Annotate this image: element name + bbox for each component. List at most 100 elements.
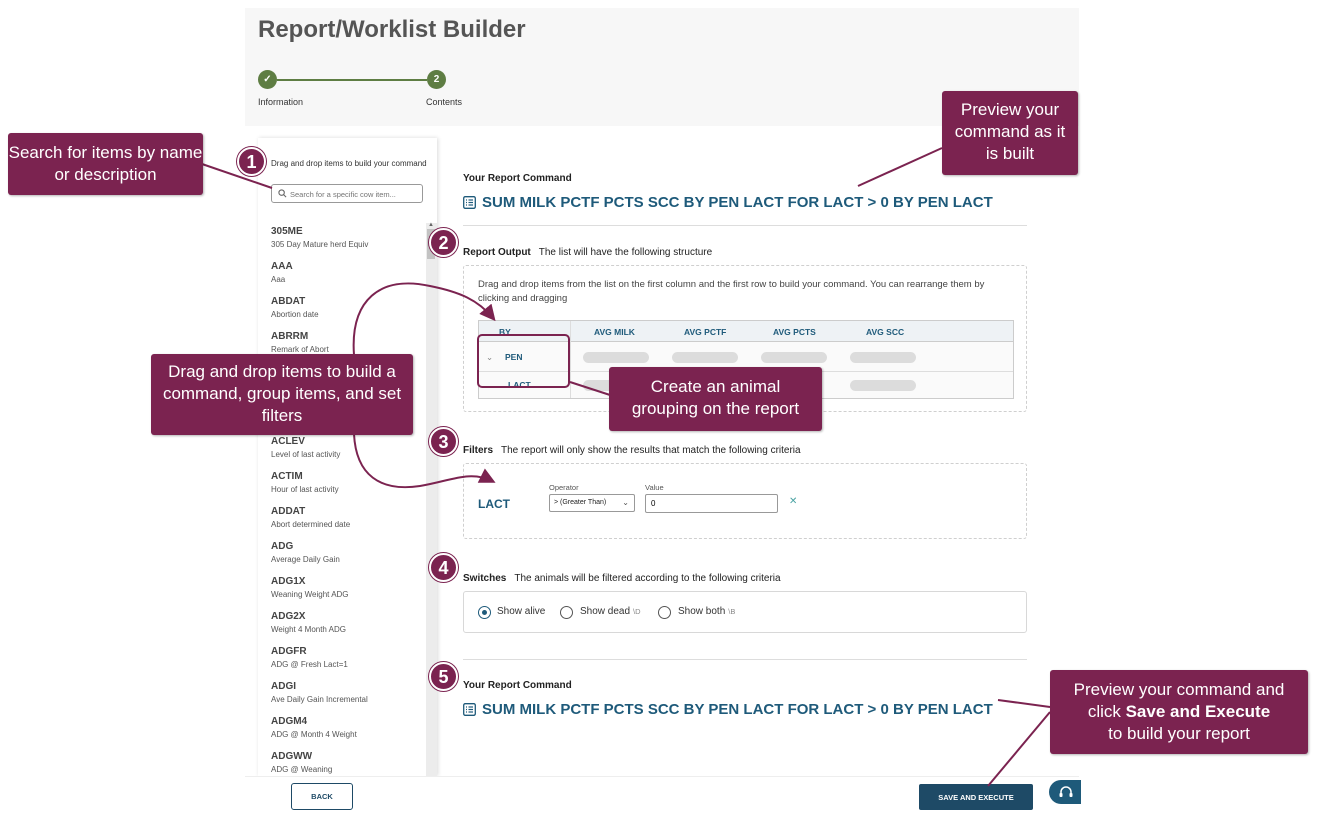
filters-box: LACT Operator Value > (Greater Than) ⌄ ✕ xyxy=(463,463,1027,539)
headset-icon xyxy=(1059,786,1073,797)
callout-save-line-3: to build your report xyxy=(1108,724,1250,743)
item-code: ADG1X xyxy=(271,576,306,587)
list-item[interactable]: ADGWW ADG @ Weaning xyxy=(271,751,421,776)
placeholder-cell xyxy=(850,352,916,363)
item-code: ABRRM xyxy=(271,331,309,342)
divider xyxy=(463,225,1027,226)
radio-label-show-both[interactable]: Show both \B xyxy=(678,606,735,617)
item-desc: Hour of last activity xyxy=(271,485,339,494)
report-output-title: Report Output The list will have the foll… xyxy=(463,247,713,258)
item-desc: Weight 4 Month ADG xyxy=(271,625,346,634)
report-output-hint: Drag and drop items from the list on the… xyxy=(478,279,985,304)
placeholder-cell xyxy=(672,352,738,363)
callout-save-line-1: Preview your command and xyxy=(1073,680,1285,699)
list-icon xyxy=(463,703,476,716)
item-code: ADDAT xyxy=(271,506,306,517)
callout-save-line-2: click Save and Execute xyxy=(1087,702,1271,721)
filter-field-name[interactable]: LACT xyxy=(478,497,510,511)
list-item[interactable]: ADG2X Weight 4 Month ADG xyxy=(271,611,421,641)
step-2-circle[interactable]: 2 xyxy=(427,70,446,89)
list-item[interactable]: ABDAT Abortion date xyxy=(271,296,421,326)
item-code: ADG xyxy=(271,541,294,552)
item-code: ADGI xyxy=(271,681,296,692)
callout-search: Search for items by name or description xyxy=(8,133,203,195)
step-badge-4: 4 xyxy=(429,553,458,582)
filters-title: Filters The report will only show the res… xyxy=(463,445,801,456)
item-desc: ADG @ Weaning xyxy=(271,765,333,774)
operator-label: Operator xyxy=(549,483,579,492)
back-button[interactable]: BACK xyxy=(291,783,353,810)
save-and-execute-button[interactable]: SAVE AND EXECUTE xyxy=(919,784,1033,810)
radio-show-alive[interactable] xyxy=(478,606,491,619)
item-code: ADGM4 xyxy=(271,716,308,727)
column-header[interactable]: AVG MILK xyxy=(594,327,635,337)
page-title: Report/Worklist Builder xyxy=(258,16,526,43)
radio-label-show-alive[interactable]: Show alive xyxy=(497,606,545,617)
close-icon[interactable]: ✕ xyxy=(789,496,797,507)
value-label: Value xyxy=(645,483,664,492)
callout-drag-drop: Drag and drop items to build a command, … xyxy=(151,354,413,435)
list-item[interactable]: ACTIM Hour of last activity xyxy=(271,471,421,501)
list-item[interactable]: ADGI Ave Daily Gain Incremental xyxy=(271,681,421,711)
stepper-line xyxy=(277,79,427,81)
scroll-up-arrow-icon[interactable]: ▲ xyxy=(428,222,434,228)
item-code: ACTIM xyxy=(271,471,303,482)
list-item[interactable]: ADGM4 ADG @ Month 4 Weight xyxy=(271,716,421,746)
column-divider xyxy=(570,321,571,398)
item-desc: Average Daily Gain xyxy=(271,555,340,564)
list-item[interactable]: ADG Average Daily Gain xyxy=(271,541,421,571)
panel-hint: Drag and drop items to build your comman… xyxy=(271,159,427,168)
item-code: ADGFR xyxy=(271,646,307,657)
operator-value: > (Greater Than) xyxy=(554,499,607,506)
item-desc: Level of last activity xyxy=(271,450,341,459)
help-button[interactable] xyxy=(1049,780,1081,804)
item-desc: Abort determined date xyxy=(271,520,351,529)
step-1-check-icon[interactable]: ✓ xyxy=(258,70,277,89)
item-code: 305ME xyxy=(271,226,303,237)
item-desc: Remark of Abort xyxy=(271,345,329,354)
command-preview-bottom: SUM MILK PCTF PCTS SCC BY PEN LACT FOR L… xyxy=(463,701,993,718)
item-desc: Ave Daily Gain Incremental xyxy=(271,695,368,704)
item-desc: ADG @ Fresh Lact=1 xyxy=(271,660,348,669)
list-icon xyxy=(463,196,476,209)
search-input[interactable] xyxy=(290,187,420,201)
radio-show-both[interactable] xyxy=(658,606,671,619)
item-desc: Weaning Weight ADG xyxy=(271,590,349,599)
list-item[interactable]: ACLEV Level of last activity xyxy=(271,436,421,466)
item-code: AAA xyxy=(271,261,293,272)
column-header[interactable]: AVG PCTF xyxy=(684,327,726,337)
item-desc: ADG @ Month 4 Weight xyxy=(271,730,357,739)
callout-preview: Preview your command as it is built xyxy=(942,91,1078,175)
placeholder-cell xyxy=(761,352,827,363)
command-preview-title-bottom: Your Report Command xyxy=(463,680,572,691)
list-item[interactable]: ADDAT Abort determined date xyxy=(271,506,421,536)
callout-grouping: Create an animal grouping on the report xyxy=(609,367,822,431)
footer-bar: BACK SAVE AND EXECUTE xyxy=(245,776,1081,816)
scrollbar[interactable]: ▲ xyxy=(426,222,437,776)
switches-title: Switches The animals will be filtered acc… xyxy=(463,573,781,584)
step-badge-2: 2 xyxy=(429,228,458,257)
callout-save: Preview your command and click Save and … xyxy=(1050,670,1308,754)
column-header[interactable]: AVG PCTS xyxy=(773,327,816,337)
list-item[interactable]: 305ME 305 Day Mature herd Equiv xyxy=(271,226,421,256)
operator-select[interactable]: > (Greater Than) ⌄ xyxy=(549,494,635,512)
command-text: SUM MILK PCTF PCTS SCC BY PEN LACT FOR L… xyxy=(482,701,993,718)
divider xyxy=(463,659,1027,660)
step-badge-5: 5 xyxy=(429,662,458,691)
switches-box: Show alive Show dead \D Show both \B xyxy=(463,591,1027,633)
list-item[interactable]: AAA Aaa xyxy=(271,261,421,291)
list-item[interactable]: ADGFR ADG @ Fresh Lact=1 xyxy=(271,646,421,676)
chevron-down-icon: ⌄ xyxy=(622,498,629,507)
item-code: ACLEV xyxy=(271,436,305,447)
radio-label-show-dead[interactable]: Show dead \D xyxy=(580,606,641,617)
item-code: ADGWW xyxy=(271,751,313,762)
filter-value-input[interactable] xyxy=(645,494,778,513)
search-box[interactable] xyxy=(271,184,423,203)
radio-show-dead[interactable] xyxy=(560,606,573,619)
command-preview-title: Your Report Command xyxy=(463,173,572,184)
column-header[interactable]: AVG SCC xyxy=(866,327,904,337)
placeholder-cell xyxy=(850,380,916,391)
item-desc: 305 Day Mature herd Equiv xyxy=(271,240,369,249)
item-code: ABDAT xyxy=(271,296,306,307)
list-item[interactable]: ADG1X Weaning Weight ADG xyxy=(271,576,421,606)
